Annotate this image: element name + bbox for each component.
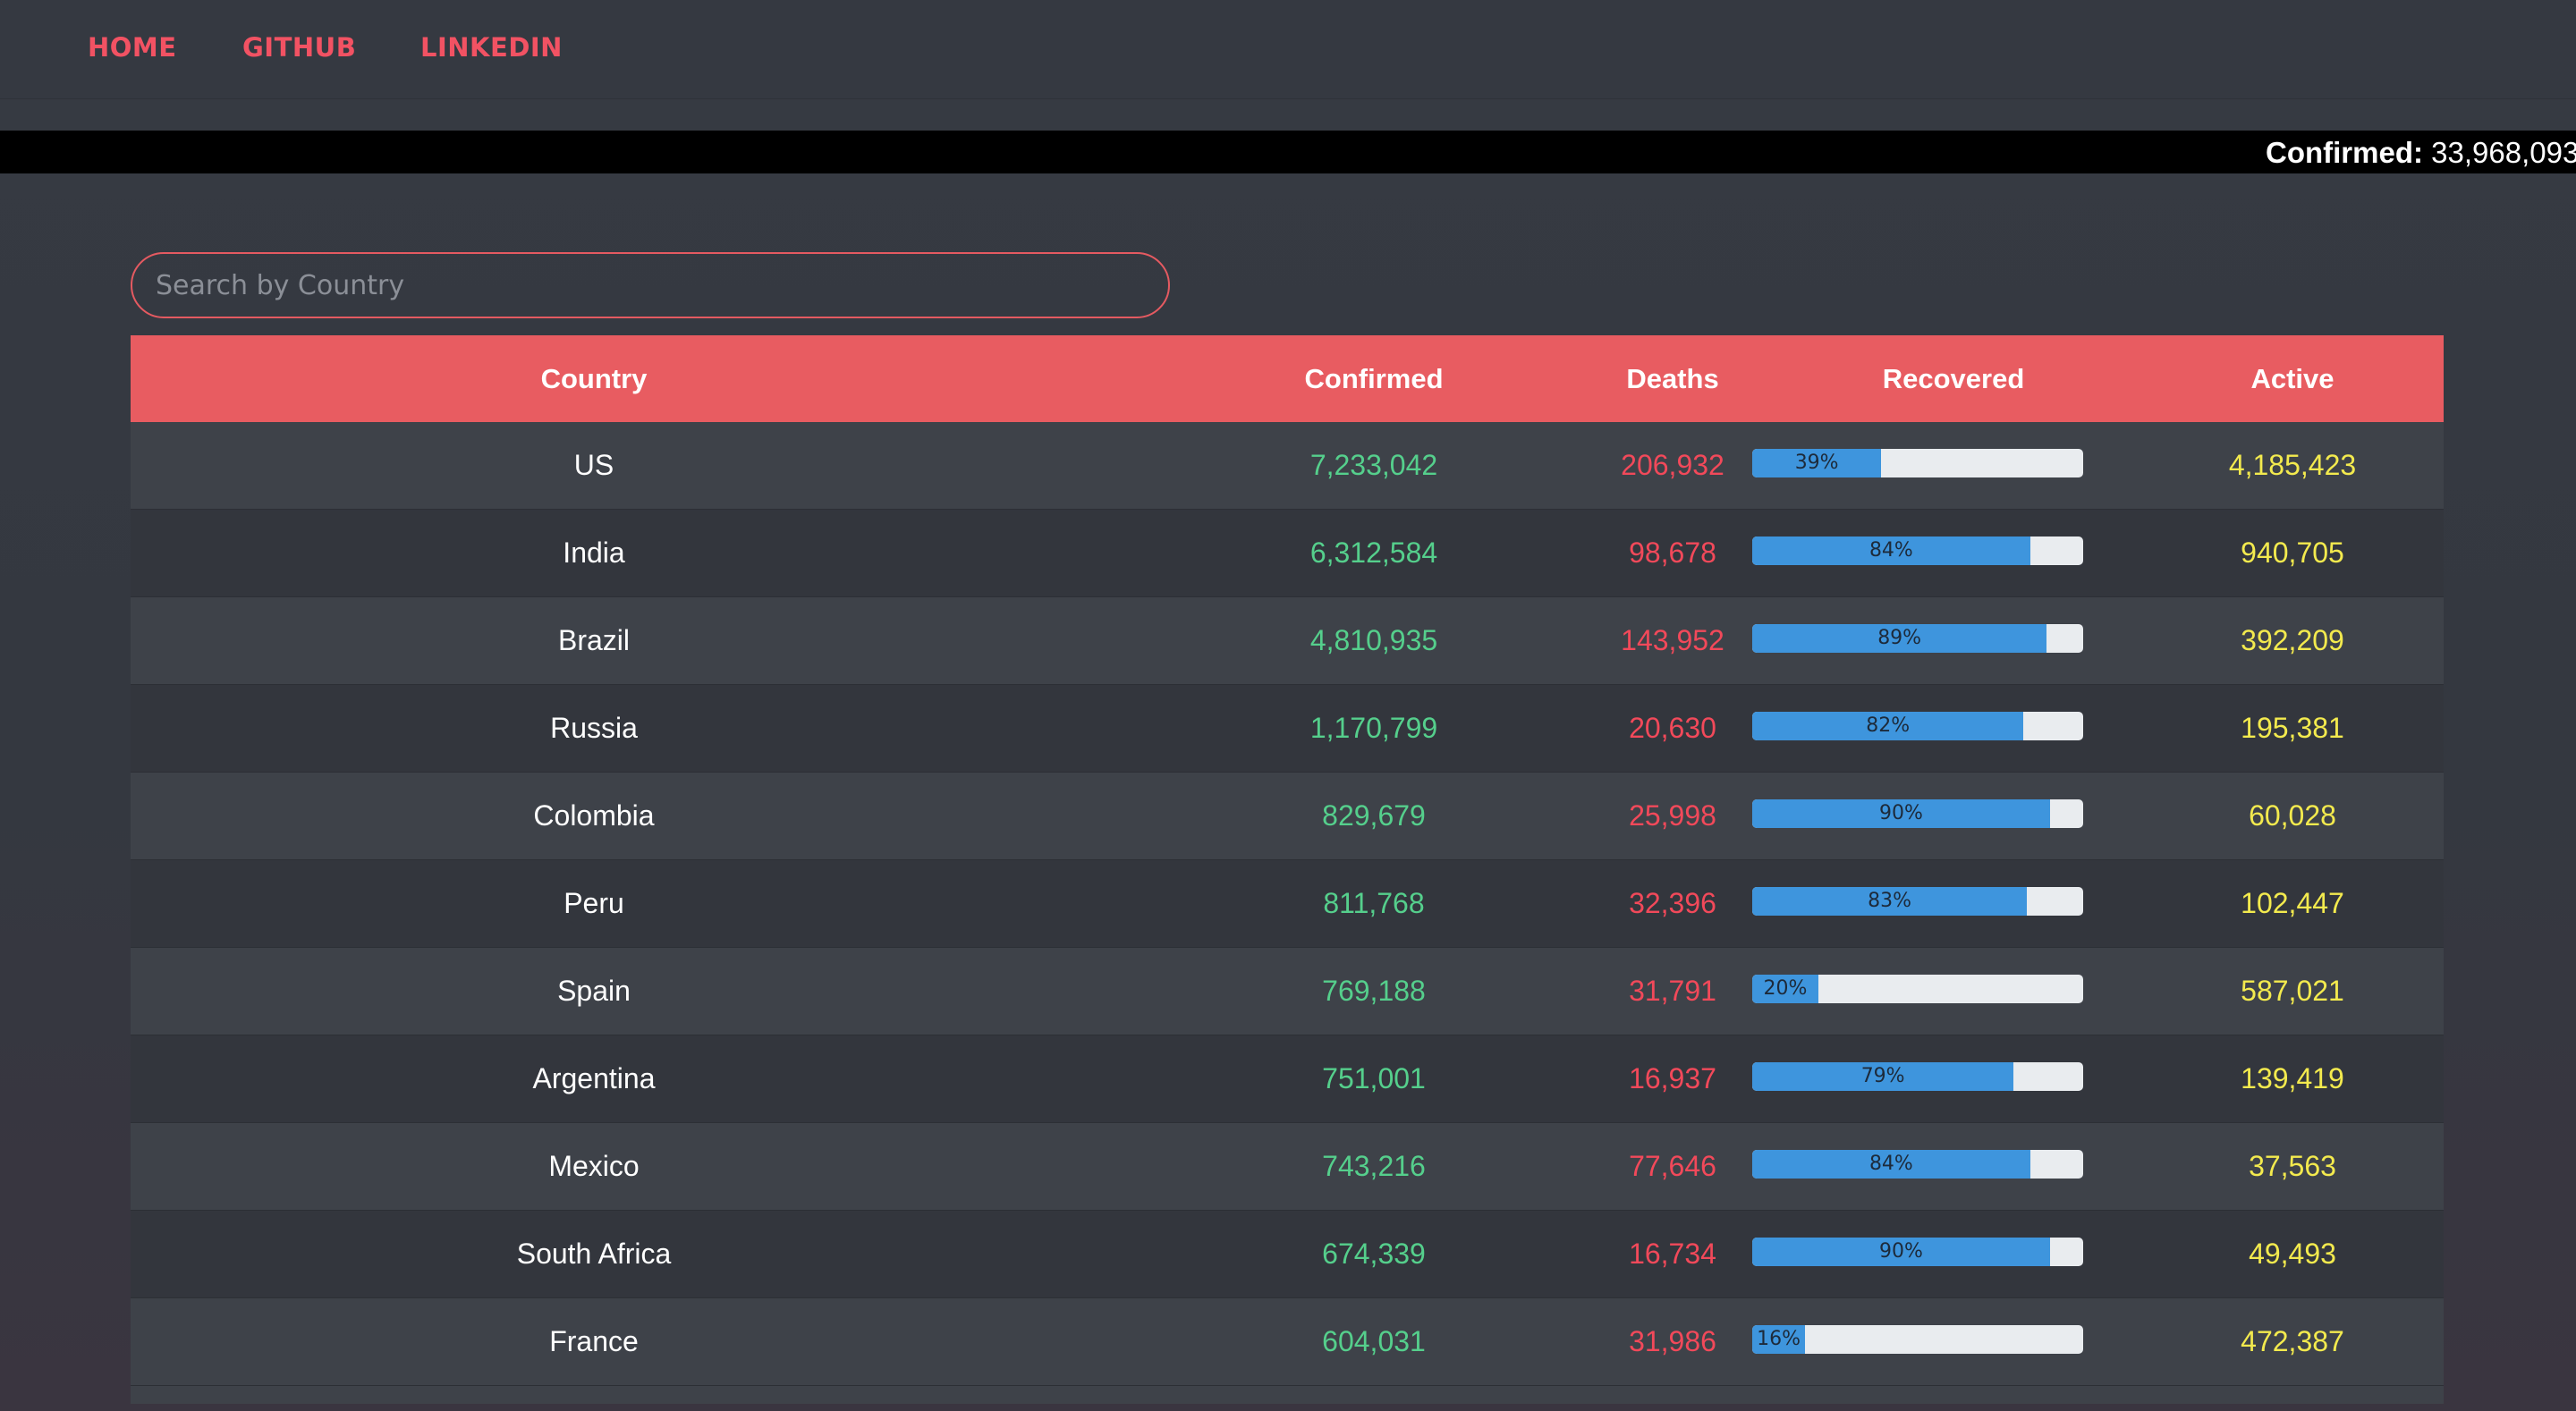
cell-active: 37,563 [2249, 1150, 2336, 1182]
table-row: France 604,031 31,986 16% 472,387 [131, 1298, 2444, 1386]
recovered-progress-bar: 39% [1752, 449, 2083, 477]
cell-country: South Africa [516, 1238, 672, 1270]
header-active[interactable]: Active [2141, 335, 2444, 422]
recovered-progress-fill: 90% [1752, 1238, 2050, 1266]
header-country[interactable]: Country [131, 335, 1057, 422]
nav-github-link[interactable]: GITHUB [242, 32, 356, 63]
cell-country: Peru [564, 887, 624, 919]
country-search-input[interactable] [131, 252, 1170, 318]
recovered-progress-bar: 82% [1752, 712, 2083, 740]
cell-active: 195,381 [2241, 712, 2344, 744]
cell-active: 49,493 [2249, 1238, 2336, 1270]
cell-country: Mexico [548, 1150, 640, 1182]
cell-deaths: 16,937 [1629, 1062, 1716, 1094]
cell-deaths: 25,998 [1629, 799, 1716, 832]
table-row-partial [131, 1386, 2444, 1404]
recovered-progress-fill: 84% [1752, 1150, 2030, 1179]
table-row: Brazil 4,810,935 143,952 89% 392,209 [131, 597, 2444, 685]
recovered-progress-bar: 90% [1752, 1238, 2083, 1266]
cell-country: France [549, 1325, 639, 1357]
recovered-progress-fill: 79% [1752, 1062, 2014, 1091]
recovered-progress-fill: 90% [1752, 799, 2050, 828]
cell-active: 587,021 [2241, 975, 2344, 1007]
header-deaths[interactable]: Deaths [1580, 335, 1766, 422]
cell-deaths: 206,932 [1621, 449, 1724, 481]
top-nav: HOME GITHUB LINKEDIN [0, 0, 2576, 99]
table-row: Argentina 751,001 16,937 79% 139,419 [131, 1035, 2444, 1123]
recovered-progress-fill: 16% [1752, 1325, 1806, 1354]
table-row: Russia 1,170,799 20,630 82% 195,381 [131, 685, 2444, 773]
table-row: Spain 769,188 31,791 20% 587,021 [131, 948, 2444, 1035]
cell-deaths: 143,952 [1621, 624, 1724, 656]
table-row: US 7,233,042 206,932 39% 4,185,423 [131, 422, 2444, 510]
ticker-label: Confirmed: [2266, 136, 2423, 169]
cell-deaths: 32,396 [1629, 887, 1716, 919]
recovered-progress-bar: 79% [1752, 1062, 2083, 1091]
cell-country: Argentina [532, 1062, 656, 1094]
page: HOME GITHUB LINKEDIN Confirmed: 33,968,0… [0, 0, 2576, 1411]
table-row: Peru 811,768 32,396 83% 102,447 [131, 860, 2444, 948]
table-row: South Africa 674,339 16,734 90% 49,493 [131, 1211, 2444, 1298]
recovered-progress-fill: 82% [1752, 712, 2024, 740]
cell-deaths: 16,734 [1629, 1238, 1716, 1270]
table-body: US 7,233,042 206,932 39% 4,185,423 India 6,312… [131, 422, 2444, 1386]
recovered-progress-bar: 20% [1752, 975, 2083, 1003]
header-recovered[interactable]: Recovered [1828, 335, 2079, 422]
recovered-progress-bar: 90% [1752, 799, 2083, 828]
recovered-progress-bar: 84% [1752, 1150, 2083, 1179]
cell-country: India [563, 537, 625, 569]
ticker-value: 33,968,093 [2431, 136, 2576, 169]
cell-deaths: 98,678 [1629, 537, 1716, 569]
cell-country: Brazil [557, 624, 630, 656]
cell-active: 940,705 [2241, 537, 2344, 569]
table-row: Mexico 743,216 77,646 84% 37,563 [131, 1123, 2444, 1211]
cell-deaths: 31,986 [1629, 1325, 1716, 1357]
nav-home-link[interactable]: HOME [88, 32, 177, 63]
recovered-progress-bar: 89% [1752, 624, 2083, 653]
recovered-progress-fill: 84% [1752, 537, 2030, 565]
table-row: India 6,312,584 98,678 84% 940,705 [131, 510, 2444, 597]
cell-active: 60,028 [2249, 799, 2336, 832]
recovered-progress-bar: 16% [1752, 1325, 2083, 1354]
cell-country: Colombia [533, 799, 655, 832]
cell-deaths: 31,791 [1629, 975, 1716, 1007]
stats-ticker: Confirmed: 33,968,093 [0, 131, 2576, 173]
recovered-progress-fill: 83% [1752, 887, 2028, 916]
table-row: Colombia 829,679 25,998 90% 60,028 [131, 773, 2444, 860]
cell-deaths: 20,630 [1629, 712, 1716, 744]
cell-active: 472,387 [2241, 1325, 2344, 1357]
cell-active: 4,185,423 [2228, 449, 2357, 481]
cell-deaths: 77,646 [1629, 1150, 1716, 1182]
cell-active: 392,209 [2241, 624, 2344, 656]
recovered-progress-bar: 83% [1752, 887, 2083, 916]
recovered-progress-fill: 20% [1752, 975, 1818, 1003]
countries-table: Country Confirmed Deaths Recovered Activ… [131, 335, 2444, 1404]
table-header: Country Confirmed Deaths Recovered Activ… [131, 335, 2444, 422]
recovered-progress-fill: 89% [1752, 624, 2047, 653]
recovered-progress-fill: 39% [1752, 449, 1882, 477]
recovered-progress-bar: 84% [1752, 537, 2083, 565]
cell-active: 139,419 [2241, 1062, 2344, 1094]
nav-linkedin-link[interactable]: LINKEDIN [420, 32, 563, 63]
cell-country: US [573, 449, 614, 481]
cell-country: Russia [550, 712, 638, 744]
ticker-content: Confirmed: 33,968,093 [2266, 136, 2576, 170]
cell-country: Spain [557, 975, 631, 1007]
cell-active: 102,447 [2241, 887, 2344, 919]
